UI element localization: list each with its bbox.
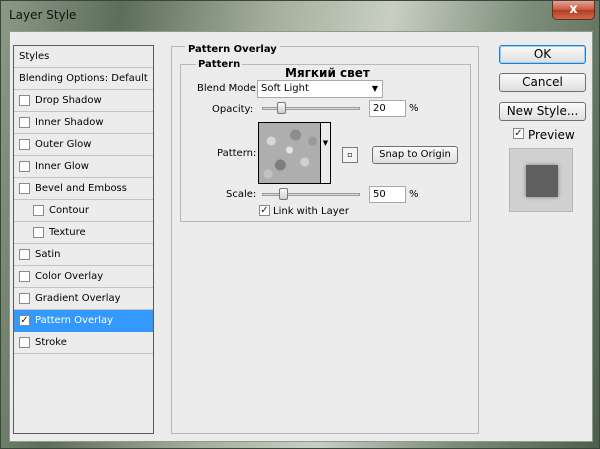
pattern-label: Pattern:: [217, 148, 257, 159]
style-item-label: Color Overlay: [35, 271, 104, 282]
pattern-overlay-checkbox[interactable]: ✓: [19, 315, 30, 326]
chevron-down-icon: ▼: [371, 84, 378, 93]
satin-checkbox[interactable]: [19, 249, 30, 260]
outer-glow-checkbox[interactable]: [19, 139, 30, 150]
style-item-label: Stroke: [35, 337, 67, 348]
style-item-gradient-overlay[interactable]: Gradient Overlay: [14, 288, 153, 310]
style-item-pattern-overlay[interactable]: ✓ Pattern Overlay: [14, 310, 153, 332]
texture-checkbox[interactable]: [33, 227, 44, 238]
scale-unit: %: [409, 189, 419, 200]
style-preview: [509, 148, 573, 212]
pattern-swatch[interactable]: [258, 122, 321, 184]
style-item-label: Gradient Overlay: [35, 293, 121, 304]
title-bar[interactable]: Layer Style x: [1, 1, 600, 31]
preview-label: Preview: [528, 128, 575, 142]
style-item-label: Pattern Overlay: [35, 315, 114, 326]
drop-shadow-checkbox[interactable]: [19, 95, 30, 106]
annotation-text: Мягкий свет: [285, 66, 370, 80]
scale-label: Scale:: [226, 189, 257, 200]
blending-options-item[interactable]: Blending Options: Default: [14, 68, 153, 90]
style-item-label: Inner Shadow: [35, 117, 104, 128]
close-icon: x: [569, 2, 578, 17]
style-item-label: Inner Glow: [35, 161, 89, 172]
style-item-color-overlay[interactable]: Color Overlay: [14, 266, 153, 288]
style-item-contour[interactable]: Contour: [14, 200, 153, 222]
window-title: Layer Style: [9, 8, 77, 22]
style-item-drop-shadow[interactable]: Drop Shadow: [14, 90, 153, 112]
pattern-subgroup-title: Pattern: [196, 59, 243, 70]
link-with-layer-label: Link with Layer: [273, 206, 349, 217]
layer-style-window: Layer Style x Styles Blending Options: D…: [0, 0, 600, 449]
scale-slider-thumb[interactable]: [279, 188, 289, 200]
opacity-input[interactable]: 20: [369, 100, 406, 117]
style-item-stroke[interactable]: Stroke: [14, 332, 153, 354]
style-item-label: Bevel and Emboss: [35, 183, 127, 194]
color-overlay-checkbox[interactable]: [19, 271, 30, 282]
inner-glow-checkbox[interactable]: [19, 161, 30, 172]
style-item-inner-glow[interactable]: Inner Glow: [14, 156, 153, 178]
bevel-emboss-checkbox[interactable]: [19, 183, 30, 194]
style-item-bevel-emboss[interactable]: Bevel and Emboss: [14, 178, 153, 200]
close-button[interactable]: x: [552, 1, 595, 20]
styles-header[interactable]: Styles: [14, 46, 153, 68]
style-item-outer-glow[interactable]: Outer Glow: [14, 134, 153, 156]
style-item-satin[interactable]: Satin: [14, 244, 153, 266]
blend-mode-select[interactable]: Soft Light ▼: [257, 80, 383, 98]
gradient-overlay-checkbox[interactable]: [19, 293, 30, 304]
link-with-layer-checkbox[interactable]: ✓: [259, 205, 270, 216]
new-preset-button[interactable]: ▫: [342, 147, 358, 163]
ok-button[interactable]: OK: [499, 45, 586, 64]
style-item-label: Texture: [49, 227, 86, 238]
new-style-button[interactable]: New Style...: [499, 102, 586, 121]
pattern-picker-dropdown[interactable]: ▼: [321, 122, 331, 184]
style-item-label: Contour: [49, 205, 89, 216]
style-item-inner-shadow[interactable]: Inner Shadow: [14, 112, 153, 134]
dialog-body: Styles Blending Options: Default Drop Sh…: [9, 31, 593, 442]
style-item-label: Satin: [35, 249, 61, 260]
scale-input[interactable]: 50: [369, 186, 406, 203]
styles-list: Styles Blending Options: Default Drop Sh…: [13, 45, 154, 434]
opacity-unit: %: [409, 103, 419, 114]
contour-checkbox[interactable]: [33, 205, 44, 216]
blend-mode-value: Soft Light: [261, 83, 309, 94]
cancel-button[interactable]: Cancel: [499, 73, 586, 92]
preview-checkbox[interactable]: ✓: [513, 128, 524, 139]
stroke-checkbox[interactable]: [19, 337, 30, 348]
blend-mode-label: Blend Mode:: [197, 83, 260, 94]
opacity-slider-thumb[interactable]: [277, 102, 287, 114]
chevron-down-icon: ▼: [322, 139, 329, 147]
style-item-label: Drop Shadow: [35, 95, 102, 106]
pattern-overlay-title: Pattern Overlay: [185, 44, 280, 55]
scale-slider-track[interactable]: [262, 193, 360, 196]
preview-swatch: [526, 165, 558, 197]
style-item-texture[interactable]: Texture: [14, 222, 153, 244]
snap-to-origin-button[interactable]: Snap to Origin: [372, 146, 458, 164]
new-preset-icon: ▫: [347, 150, 353, 159]
inner-shadow-checkbox[interactable]: [19, 117, 30, 128]
opacity-label: Opacity:: [212, 104, 254, 115]
style-item-label: Outer Glow: [35, 139, 92, 150]
